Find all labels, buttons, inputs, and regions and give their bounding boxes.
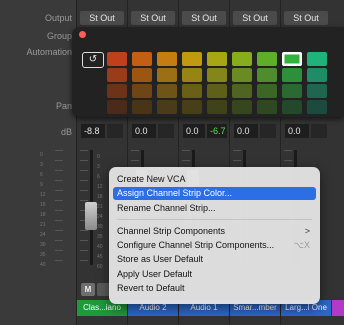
output-button[interactable]: St Out	[233, 11, 277, 25]
color-swatch[interactable]	[282, 68, 302, 82]
context-menu: Create New VCA Assign Channel Strip Colo…	[109, 167, 320, 304]
color-swatch[interactable]	[282, 84, 302, 98]
level-scale: 0 3 6 9 12 15 18 21 24 30 35 40	[40, 152, 46, 268]
menu-item-apply-user-default[interactable]: Apply User Default	[113, 268, 316, 281]
peak-readout	[260, 124, 276, 138]
color-swatch[interactable]	[232, 100, 252, 114]
color-swatch[interactable]	[307, 68, 327, 82]
volume-fader[interactable]	[85, 202, 97, 230]
channel-labels-column: Output Group Automation Pan dB 0 3 6 9 12 15 1…	[0, 0, 76, 325]
volume-readout[interactable]: 0.0	[132, 124, 156, 138]
menu-item-create-new-vca[interactable]: Create New VCA	[113, 173, 316, 186]
level-ticks	[55, 150, 63, 270]
menu-item-store-as-user-default[interactable]: Store as User Default	[113, 253, 316, 266]
automation-label: Automation	[26, 47, 72, 57]
mute-button[interactable]: M	[81, 283, 95, 296]
color-swatch[interactable]	[182, 100, 202, 114]
menu-item-configure-channel-strip-components[interactable]: Configure Channel Strip Components... ⌥X	[113, 239, 316, 252]
color-swatch[interactable]	[232, 68, 252, 82]
color-swatch[interactable]	[157, 52, 177, 66]
color-swatch[interactable]	[207, 100, 227, 114]
output-button[interactable]: St Out	[80, 11, 124, 25]
color-swatch[interactable]	[132, 52, 152, 66]
menu-item-rename-channel-strip[interactable]: Rename Channel Strip...	[113, 202, 316, 215]
color-swatch[interactable]	[307, 84, 327, 98]
color-swatch[interactable]	[107, 100, 127, 114]
output-button[interactable]: St Out	[131, 11, 175, 25]
output-button[interactable]: St Out	[284, 11, 328, 25]
menu-item-assign-channel-strip-color[interactable]: Assign Channel Strip Color...	[113, 187, 316, 200]
shortcut-label: ⌥X	[293, 240, 310, 250]
db-label: dB	[60, 127, 72, 137]
menu-item-revert-to-default[interactable]: Revert to Default	[113, 282, 316, 295]
close-dot[interactable]	[79, 31, 86, 38]
color-swatch[interactable]	[182, 84, 202, 98]
color-swatch[interactable]	[182, 52, 202, 66]
color-swatch[interactable]	[257, 84, 277, 98]
volume-readout[interactable]: 0.0	[183, 124, 205, 138]
color-swatch[interactable]	[232, 84, 252, 98]
color-palette-popover: ↺	[72, 27, 344, 117]
submenu-arrow-icon: >	[304, 226, 310, 236]
color-swatch[interactable]	[282, 52, 302, 66]
peak-readout	[107, 124, 123, 138]
color-swatch[interactable]	[207, 84, 227, 98]
reset-color-button[interactable]: ↺	[82, 52, 104, 68]
pan-label: Pan	[55, 101, 72, 111]
group-label: Group	[46, 31, 72, 41]
color-swatch[interactable]	[257, 68, 277, 82]
color-swatch[interactable]	[307, 100, 327, 114]
color-swatch[interactable]	[132, 100, 152, 114]
meter-scale: 0 3 6 12 18 21 24 30 35 40 45 60	[97, 154, 103, 270]
color-swatch[interactable]	[107, 84, 127, 98]
next-track-color	[332, 300, 344, 316]
output-button[interactable]: St Out	[182, 11, 226, 25]
color-swatch[interactable]	[257, 100, 277, 114]
color-swatch[interactable]	[157, 100, 177, 114]
volume-readout[interactable]: 0.0	[234, 124, 258, 138]
peak-readout	[158, 124, 174, 138]
color-swatch[interactable]	[307, 52, 327, 66]
color-swatch[interactable]	[132, 84, 152, 98]
menu-separator	[117, 219, 312, 220]
color-swatch[interactable]	[232, 52, 252, 66]
volume-readout[interactable]: -8.8	[81, 124, 105, 138]
color-swatch[interactable]	[132, 68, 152, 82]
color-swatch[interactable]	[257, 52, 277, 66]
color-swatch[interactable]	[107, 68, 127, 82]
color-swatch[interactable]	[207, 52, 227, 66]
color-swatch[interactable]	[282, 100, 302, 114]
menu-item-label: Configure Channel Strip Components...	[117, 240, 275, 250]
menu-item-label: Channel Strip Components	[117, 226, 226, 236]
color-swatch[interactable]	[207, 68, 227, 82]
color-swatch[interactable]	[157, 84, 177, 98]
color-swatch[interactable]	[157, 68, 177, 82]
output-label: Output	[44, 13, 72, 23]
color-swatch[interactable]	[107, 52, 127, 66]
color-swatch[interactable]	[182, 68, 202, 82]
peak-readout	[311, 124, 327, 138]
peak-readout: -6.7	[207, 124, 227, 138]
menu-item-channel-strip-components[interactable]: Channel Strip Components >	[113, 225, 316, 238]
volume-readout[interactable]: 0.0	[285, 124, 309, 138]
